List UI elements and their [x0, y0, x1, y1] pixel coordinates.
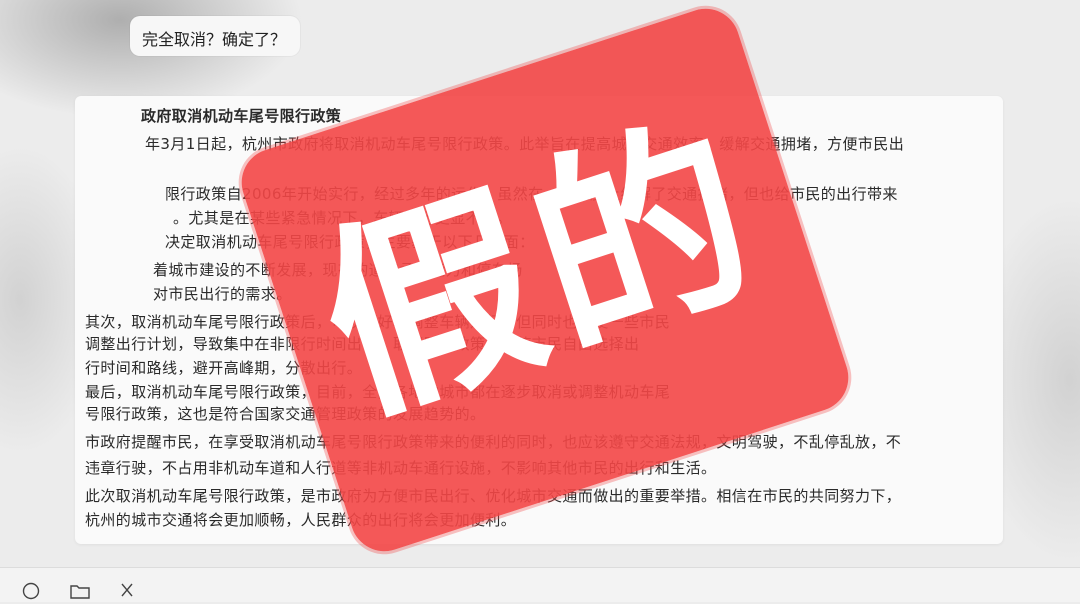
- user-message-text: 完全取消？确定了？: [142, 30, 287, 49]
- folder-icon[interactable]: [70, 582, 90, 600]
- input-toolbar: [0, 567, 1080, 602]
- scissors-icon[interactable]: [118, 582, 136, 600]
- fake-stamp-text: 假的: [294, 85, 789, 455]
- user-message-bubble[interactable]: 完全取消？确定了？: [130, 16, 300, 56]
- article-line: 杭州的城市交通将会更加顺畅，人民群众的出行将会更加便利。: [85, 511, 517, 529]
- smile-icon[interactable]: [22, 582, 40, 600]
